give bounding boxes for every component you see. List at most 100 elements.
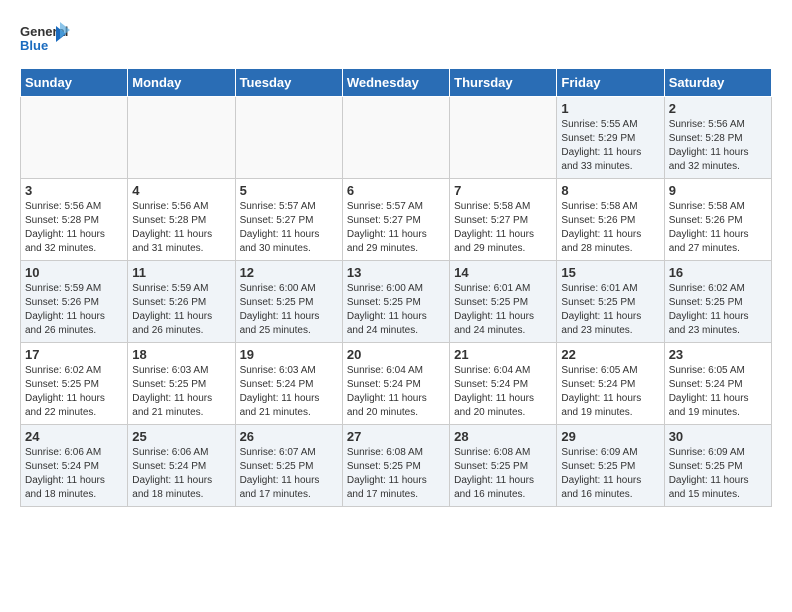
day-info: Sunrise: 6:04 AM Sunset: 5:24 PM Dayligh… bbox=[454, 364, 552, 420]
week-row-5: 24 Sunrise: 6:06 AM Sunset: 5:24 PM Dayli… bbox=[21, 425, 772, 507]
header: GeneralBlue bbox=[20, 20, 772, 58]
day-number: 17 bbox=[25, 347, 123, 362]
day-number: 28 bbox=[454, 429, 552, 444]
day-info: Sunrise: 6:03 AM Sunset: 5:25 PM Dayligh… bbox=[132, 364, 230, 420]
calendar-cell: 15 Sunrise: 6:01 AM Sunset: 5:25 PM Dayli… bbox=[557, 261, 664, 343]
day-info: Sunrise: 5:57 AM Sunset: 5:27 PM Dayligh… bbox=[240, 200, 338, 256]
logo: GeneralBlue bbox=[20, 20, 70, 58]
day-info: Sunrise: 5:59 AM Sunset: 5:26 PM Dayligh… bbox=[25, 282, 123, 338]
day-number: 25 bbox=[132, 429, 230, 444]
week-row-2: 3 Sunrise: 5:56 AM Sunset: 5:28 PM Daylig… bbox=[21, 179, 772, 261]
day-number: 21 bbox=[454, 347, 552, 362]
calendar-cell: 22Sunrise: 6:05 AM Sunset: 5:24 PM Dayli… bbox=[557, 343, 664, 425]
day-number: 22 bbox=[561, 347, 659, 362]
day-info: Sunrise: 6:04 AM Sunset: 5:24 PM Dayligh… bbox=[347, 364, 445, 420]
calendar-cell bbox=[450, 97, 557, 179]
day-number: 2 bbox=[669, 101, 767, 116]
calendar-cell bbox=[21, 97, 128, 179]
header-day-tuesday: Tuesday bbox=[235, 69, 342, 97]
calendar-cell: 30 Sunrise: 6:09 AM Sunset: 5:25 PM Dayli… bbox=[664, 425, 771, 507]
calendar-cell: 18 Sunrise: 6:03 AM Sunset: 5:25 PM Dayli… bbox=[128, 343, 235, 425]
calendar-cell: 11 Sunrise: 5:59 AM Sunset: 5:26 PM Dayli… bbox=[128, 261, 235, 343]
calendar-table: SundayMondayTuesdayWednesdayThursdayFrid… bbox=[20, 68, 772, 507]
day-number: 5 bbox=[240, 183, 338, 198]
calendar-cell: 16 Sunrise: 6:02 AM Sunset: 5:25 PM Dayli… bbox=[664, 261, 771, 343]
day-info: Sunrise: 6:08 AM Sunset: 5:25 PM Dayligh… bbox=[347, 446, 445, 502]
day-number: 7 bbox=[454, 183, 552, 198]
header-day-saturday: Saturday bbox=[664, 69, 771, 97]
calendar-cell: 9 Sunrise: 5:58 AM Sunset: 5:26 PM Daylig… bbox=[664, 179, 771, 261]
calendar-cell: 17 Sunrise: 6:02 AM Sunset: 5:25 PM Dayli… bbox=[21, 343, 128, 425]
week-row-1: 1Sunrise: 5:55 AM Sunset: 5:29 PM Daylig… bbox=[21, 97, 772, 179]
day-number: 19 bbox=[240, 347, 338, 362]
svg-text:Blue: Blue bbox=[20, 38, 48, 53]
header-day-monday: Monday bbox=[128, 69, 235, 97]
day-number: 18 bbox=[132, 347, 230, 362]
day-number: 27 bbox=[347, 429, 445, 444]
calendar-cell: 20 Sunrise: 6:04 AM Sunset: 5:24 PM Dayli… bbox=[342, 343, 449, 425]
header-day-thursday: Thursday bbox=[450, 69, 557, 97]
day-number: 15 bbox=[561, 265, 659, 280]
day-info: Sunrise: 5:58 AM Sunset: 5:26 PM Dayligh… bbox=[669, 200, 767, 256]
calendar-cell: 23Sunrise: 6:05 AM Sunset: 5:24 PM Dayli… bbox=[664, 343, 771, 425]
day-info: Sunrise: 5:56 AM Sunset: 5:28 PM Dayligh… bbox=[669, 118, 767, 174]
calendar-cell: 10 Sunrise: 5:59 AM Sunset: 5:26 PM Dayli… bbox=[21, 261, 128, 343]
day-info: Sunrise: 6:07 AM Sunset: 5:25 PM Dayligh… bbox=[240, 446, 338, 502]
day-number: 8 bbox=[561, 183, 659, 198]
day-number: 3 bbox=[25, 183, 123, 198]
calendar-cell: 6 Sunrise: 5:57 AM Sunset: 5:27 PM Daylig… bbox=[342, 179, 449, 261]
day-info: Sunrise: 5:56 AM Sunset: 5:28 PM Dayligh… bbox=[25, 200, 123, 256]
calendar-cell: 19 Sunrise: 6:03 AM Sunset: 5:24 PM Dayli… bbox=[235, 343, 342, 425]
calendar-cell: 12Sunrise: 6:00 AM Sunset: 5:25 PM Dayli… bbox=[235, 261, 342, 343]
calendar-cell: 3 Sunrise: 5:56 AM Sunset: 5:28 PM Daylig… bbox=[21, 179, 128, 261]
day-number: 12 bbox=[240, 265, 338, 280]
day-info: Sunrise: 6:06 AM Sunset: 5:24 PM Dayligh… bbox=[25, 446, 123, 502]
calendar-cell: 21 Sunrise: 6:04 AM Sunset: 5:24 PM Dayli… bbox=[450, 343, 557, 425]
header-day-sunday: Sunday bbox=[21, 69, 128, 97]
day-info: Sunrise: 6:03 AM Sunset: 5:24 PM Dayligh… bbox=[240, 364, 338, 420]
header-day-friday: Friday bbox=[557, 69, 664, 97]
day-number: 24 bbox=[25, 429, 123, 444]
day-number: 30 bbox=[669, 429, 767, 444]
day-info: Sunrise: 6:00 AM Sunset: 5:25 PM Dayligh… bbox=[347, 282, 445, 338]
day-info: Sunrise: 5:59 AM Sunset: 5:26 PM Dayligh… bbox=[132, 282, 230, 338]
header-row: SundayMondayTuesdayWednesdayThursdayFrid… bbox=[21, 69, 772, 97]
calendar-cell: 24 Sunrise: 6:06 AM Sunset: 5:24 PM Dayli… bbox=[21, 425, 128, 507]
day-number: 16 bbox=[669, 265, 767, 280]
day-info: Sunrise: 5:57 AM Sunset: 5:27 PM Dayligh… bbox=[347, 200, 445, 256]
day-info: Sunrise: 6:02 AM Sunset: 5:25 PM Dayligh… bbox=[669, 282, 767, 338]
day-number: 26 bbox=[240, 429, 338, 444]
calendar-cell: 28 Sunrise: 6:08 AM Sunset: 5:25 PM Dayli… bbox=[450, 425, 557, 507]
day-info: Sunrise: 6:01 AM Sunset: 5:25 PM Dayligh… bbox=[561, 282, 659, 338]
day-number: 29 bbox=[561, 429, 659, 444]
day-info: Sunrise: 5:58 AM Sunset: 5:26 PM Dayligh… bbox=[561, 200, 659, 256]
calendar-header: SundayMondayTuesdayWednesdayThursdayFrid… bbox=[21, 69, 772, 97]
day-info: Sunrise: 5:56 AM Sunset: 5:28 PM Dayligh… bbox=[132, 200, 230, 256]
day-number: 13 bbox=[347, 265, 445, 280]
day-info: Sunrise: 6:02 AM Sunset: 5:25 PM Dayligh… bbox=[25, 364, 123, 420]
day-number: 10 bbox=[25, 265, 123, 280]
calendar-cell: 13 Sunrise: 6:00 AM Sunset: 5:25 PM Dayli… bbox=[342, 261, 449, 343]
calendar-body: 1Sunrise: 5:55 AM Sunset: 5:29 PM Daylig… bbox=[21, 97, 772, 507]
day-info: Sunrise: 6:09 AM Sunset: 5:25 PM Dayligh… bbox=[669, 446, 767, 502]
day-info: Sunrise: 5:58 AM Sunset: 5:27 PM Dayligh… bbox=[454, 200, 552, 256]
calendar-cell: 2 Sunrise: 5:56 AM Sunset: 5:28 PM Daylig… bbox=[664, 97, 771, 179]
day-number: 23 bbox=[669, 347, 767, 362]
day-info: Sunrise: 6:06 AM Sunset: 5:24 PM Dayligh… bbox=[132, 446, 230, 502]
day-info: Sunrise: 6:08 AM Sunset: 5:25 PM Dayligh… bbox=[454, 446, 552, 502]
day-number: 14 bbox=[454, 265, 552, 280]
week-row-3: 10 Sunrise: 5:59 AM Sunset: 5:26 PM Dayli… bbox=[21, 261, 772, 343]
day-info: Sunrise: 6:09 AM Sunset: 5:25 PM Dayligh… bbox=[561, 446, 659, 502]
calendar-cell: 27 Sunrise: 6:08 AM Sunset: 5:25 PM Dayli… bbox=[342, 425, 449, 507]
day-number: 9 bbox=[669, 183, 767, 198]
day-number: 20 bbox=[347, 347, 445, 362]
day-number: 6 bbox=[347, 183, 445, 198]
day-number: 11 bbox=[132, 265, 230, 280]
calendar-cell: 4Sunrise: 5:56 AM Sunset: 5:28 PM Daylig… bbox=[128, 179, 235, 261]
day-info: Sunrise: 6:01 AM Sunset: 5:25 PM Dayligh… bbox=[454, 282, 552, 338]
calendar-cell bbox=[342, 97, 449, 179]
calendar-cell: 26 Sunrise: 6:07 AM Sunset: 5:25 PM Dayli… bbox=[235, 425, 342, 507]
calendar-cell bbox=[128, 97, 235, 179]
calendar-cell: 5 Sunrise: 5:57 AM Sunset: 5:27 PM Daylig… bbox=[235, 179, 342, 261]
calendar-cell: 29 Sunrise: 6:09 AM Sunset: 5:25 PM Dayli… bbox=[557, 425, 664, 507]
